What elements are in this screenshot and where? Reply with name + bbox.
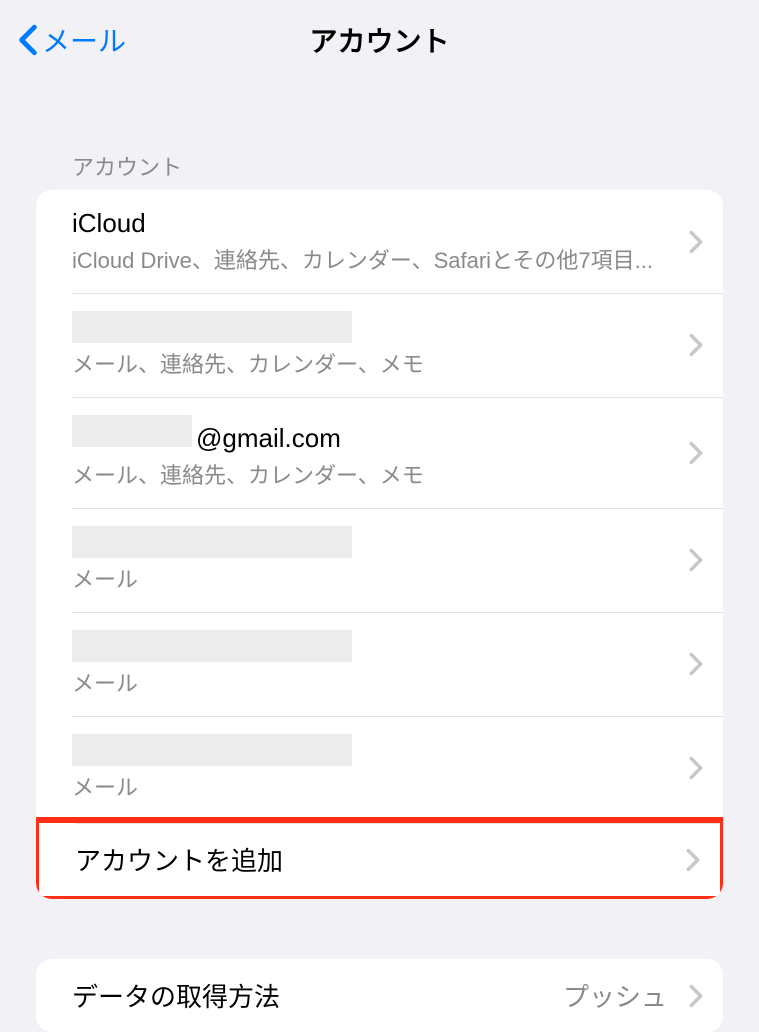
redacted-account-name [72,526,352,558]
chevron-right-icon [689,548,703,572]
chevron-left-icon [18,24,38,56]
chevron-right-icon [689,230,703,254]
account-row[interactable]: メール [36,508,723,612]
redacted-account-name [72,311,352,343]
add-account-row[interactable]: アカウントを追加 [36,817,723,899]
fetch-row[interactable]: データの取得方法 プッシュ [36,959,723,1032]
redacted-account-name [72,415,192,447]
redacted-account-name [72,734,352,766]
add-account-label: アカウントを追加 [75,841,676,878]
redacted-account-name [72,630,352,662]
accounts-group: iCloud iCloud Drive、連絡先、カレンダー、Safariとその他… [36,190,723,899]
account-subtitle: メール、連絡先、カレンダー、メモ [72,347,679,379]
account-subtitle: メール [72,770,679,802]
account-subtitle: iCloud Drive、連絡先、カレンダー、Safariとその他7項目... [72,243,679,275]
chevron-right-icon [689,441,703,465]
chevron-right-icon [686,848,700,872]
fetch-label: データの取得方法 [72,977,563,1014]
account-row-gmail[interactable]: @gmail.com メール、連絡先、カレンダー、メモ [36,397,723,508]
chevron-right-icon [689,333,703,357]
section-header-accounts: アカウント [0,150,759,190]
account-subtitle: メール [72,666,679,698]
account-row-icloud[interactable]: iCloud iCloud Drive、連絡先、カレンダー、Safariとその他… [36,190,723,293]
back-label: メール [42,20,126,60]
account-title-suffix: @gmail.com [196,423,341,454]
account-row[interactable]: メール [36,716,723,820]
chevron-right-icon [689,756,703,780]
account-row[interactable]: メール、連絡先、カレンダー、メモ [36,293,723,397]
fetch-group: データの取得方法 プッシュ [36,959,723,1032]
account-subtitle: メール、連絡先、カレンダー、メモ [72,458,679,490]
page-title: アカウント [309,20,449,60]
nav-header: メール アカウント [0,0,759,80]
back-button[interactable]: メール [0,20,126,60]
fetch-value: プッシュ [563,977,667,1014]
account-row[interactable]: メール [36,612,723,716]
chevron-right-icon [689,984,703,1008]
chevron-right-icon [689,652,703,676]
account-title: iCloud [72,208,679,239]
account-subtitle: メール [72,562,679,594]
